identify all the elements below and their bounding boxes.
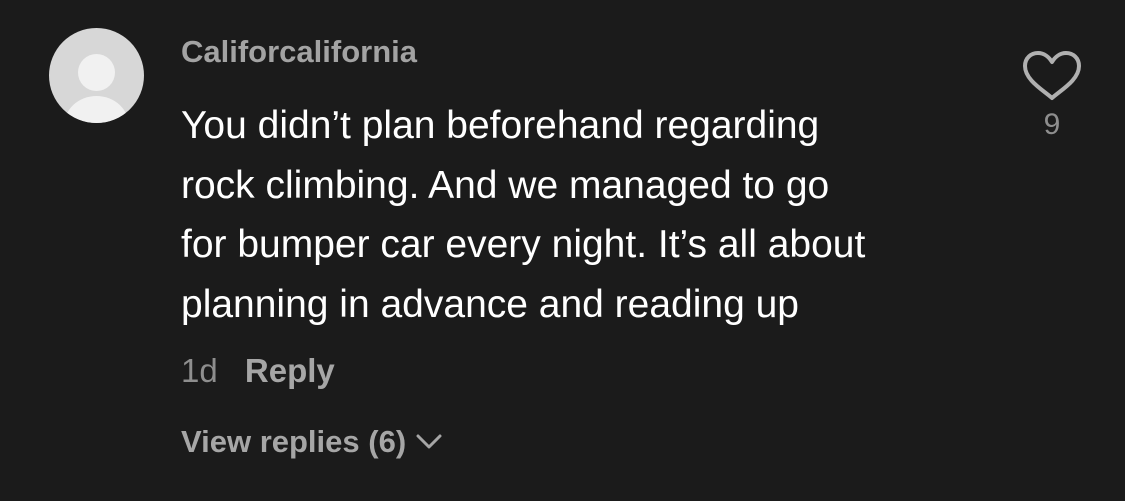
comment-text-line: You didn’t plan beforehand regarding: [181, 104, 820, 147]
comment-text-line: for bumper car every night. It’s all abo…: [181, 223, 866, 266]
comment-username[interactable]: Califorcalifornia: [181, 34, 417, 70]
avatar-head-shape: [78, 54, 115, 91]
comment-meta: 1d Reply: [181, 352, 335, 390]
comment-timestamp: 1d: [181, 352, 218, 389]
comment-item: Califorcalifornia You didn’t plan before…: [0, 0, 1125, 501]
reply-button[interactable]: Reply: [245, 352, 335, 389]
comment-text-line: planning in advance and reading up: [181, 282, 800, 326]
comment-text: You didn’t plan beforehand regarding roc…: [181, 96, 991, 334]
view-replies-button[interactable]: View replies (6): [181, 424, 442, 460]
avatar-body-shape: [64, 96, 129, 123]
comment-text-line: rock climbing. And we managed to go: [181, 163, 830, 207]
chevron-down-icon: [416, 434, 442, 449]
view-replies-label: View replies (6): [181, 424, 407, 459]
heart-icon[interactable]: [1021, 50, 1083, 102]
avatar[interactable]: [49, 28, 144, 123]
like-count: 9: [1043, 108, 1061, 141]
like-control: 9: [1020, 50, 1084, 142]
